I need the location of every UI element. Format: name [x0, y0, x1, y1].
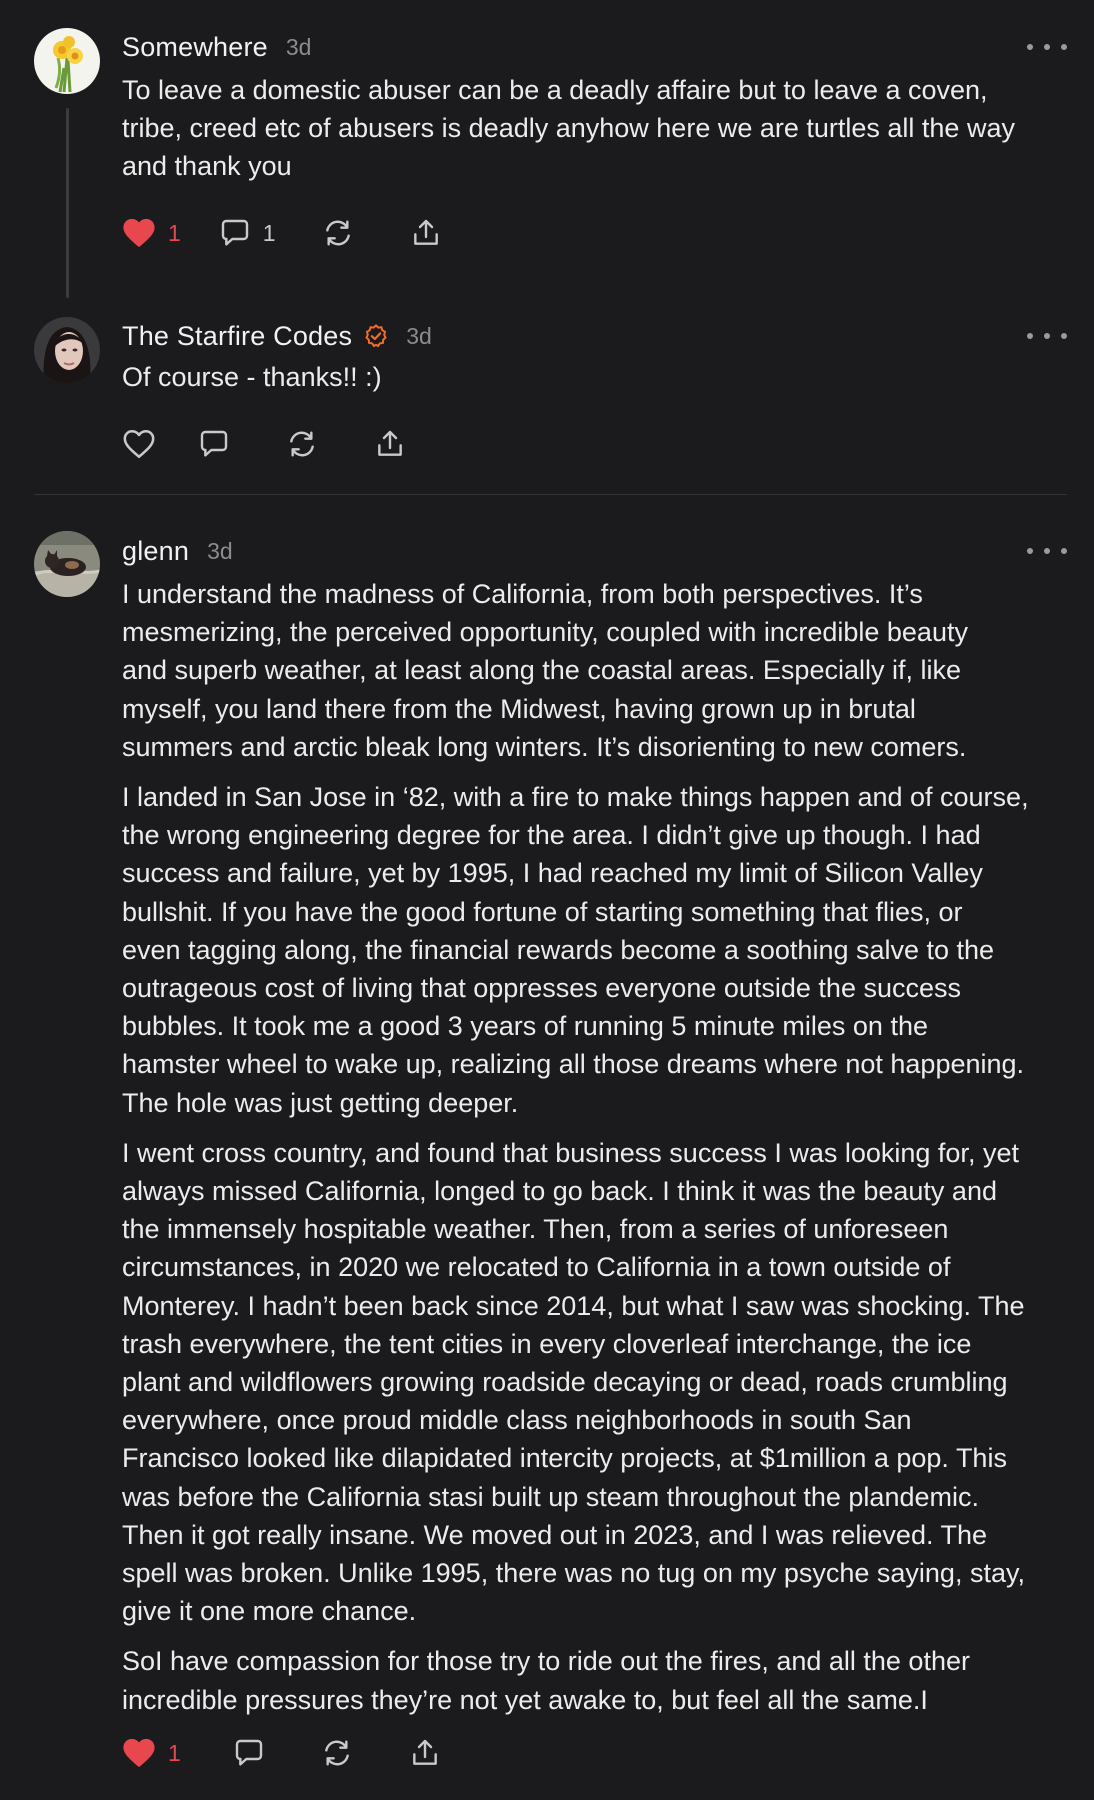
like-button[interactable]: 1	[122, 1737, 181, 1769]
restack-button[interactable]	[321, 1737, 353, 1769]
share-upload-icon	[378, 430, 402, 456]
like-button[interactable]	[122, 428, 156, 460]
share-button[interactable]	[410, 217, 442, 249]
restack-arrows-icon	[324, 1740, 349, 1766]
like-count: 1	[168, 219, 181, 246]
author-name[interactable]: The Starfire Codes	[122, 321, 352, 352]
comment-content: Somewhere 3d To leave a domestic abuser …	[122, 27, 1067, 248]
comment-bubble-icon	[200, 430, 228, 457]
reply-button[interactable]	[198, 428, 230, 460]
comment-body: Of course - thanks!! :)	[122, 358, 1067, 396]
daffodil-avatar-icon[interactable]	[34, 28, 100, 94]
restack-arrows-icon	[290, 431, 314, 457]
heart-outline-icon	[123, 429, 155, 459]
comment-paragraph: I landed in San Jose in ‘82, with a fire…	[122, 782, 1029, 1118]
comment-actions	[122, 422, 406, 466]
share-upload-icon	[412, 1739, 437, 1765]
share-upload-icon	[413, 219, 438, 245]
restack-arrows-icon	[325, 220, 350, 246]
restack-button[interactable]	[286, 428, 318, 460]
comment-paragraph: SoI have compassion for those try to rid…	[122, 1646, 970, 1715]
comment-bubble-icon	[221, 219, 248, 246]
woman-portrait-avatar-icon[interactable]	[34, 317, 100, 383]
timestamp: 3d	[207, 537, 233, 564]
share-button[interactable]	[409, 1737, 441, 1769]
comment-paragraph: I went cross country, and found that bus…	[122, 1137, 1025, 1627]
timestamp: 3d	[285, 33, 312, 60]
comment-header: Somewhere 3d	[122, 27, 1067, 67]
restack-button[interactable]	[322, 217, 354, 249]
comment-actions: 1 1	[122, 211, 442, 255]
heart-filled-icon	[123, 1738, 155, 1768]
reply-button[interactable]: 1	[219, 217, 276, 249]
reply-button[interactable]	[233, 1737, 265, 1769]
heart-filled-icon	[123, 218, 155, 248]
comment-paragraph: To leave a domestic abuser can be a dead…	[122, 75, 1015, 182]
timestamp: 3d	[406, 322, 432, 349]
more-options-icon[interactable]	[1027, 33, 1067, 61]
comment-header: glenn 3d	[122, 531, 1067, 571]
reply-thread-line	[66, 108, 69, 298]
comment-actions: 1	[122, 1731, 441, 1775]
verified-badge-icon	[365, 324, 387, 348]
more-options-icon[interactable]	[1027, 322, 1067, 350]
comment-bubble-icon	[235, 1739, 262, 1766]
comment-body: To leave a domestic abuser can be a dead…	[122, 71, 1067, 186]
comment-body: I understand the madness of California, …	[122, 575, 1067, 1719]
more-options-icon[interactable]	[1027, 537, 1067, 565]
comment-content: glenn 3d I understand the madness of Cal…	[122, 531, 1067, 1768]
author-name[interactable]: glenn	[122, 536, 189, 567]
author-name[interactable]: Somewhere	[122, 32, 268, 63]
reply-count: 1	[262, 219, 276, 246]
comment-header: The Starfire Codes 3d	[122, 316, 1067, 356]
comment-content: The Starfire Codes 3d Of course - thanks…	[122, 316, 1067, 459]
comment-thread: Somewhere 3d To leave a domestic abuser …	[0, 0, 1094, 1800]
comment-paragraph: I understand the madness of California, …	[122, 579, 968, 762]
cat-photo-avatar-icon[interactable]	[34, 531, 100, 597]
comment-divider	[34, 494, 1067, 495]
like-count: 1	[168, 1739, 181, 1766]
like-button[interactable]: 1	[122, 217, 181, 249]
comment-paragraph: Of course - thanks!! :)	[122, 362, 382, 392]
share-button[interactable]	[374, 428, 406, 460]
